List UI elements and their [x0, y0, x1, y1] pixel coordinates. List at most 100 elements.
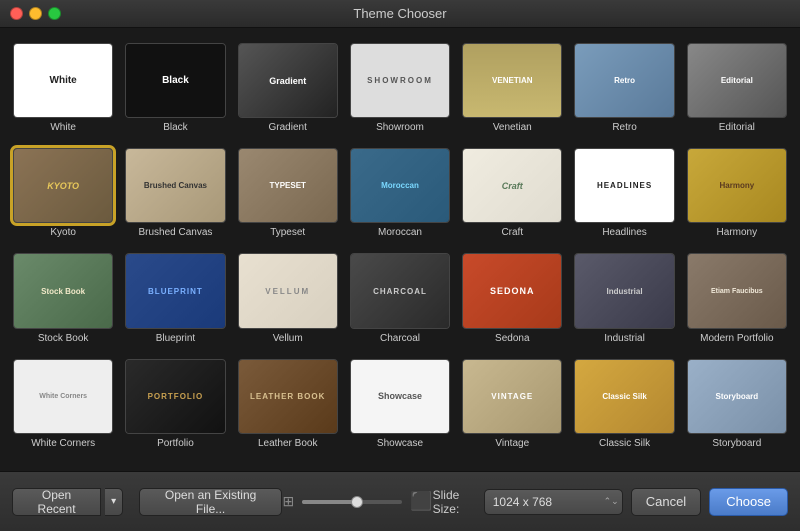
slide-size-select-wrapper[interactable]: 1024 x 7681920 x 1080800 x 600Custom Sli… [484, 489, 623, 515]
theme-thumb: SHOWROOM [351, 44, 449, 117]
choose-button[interactable]: Choose [709, 488, 788, 516]
theme-thumb-wrapper: Etiam Faucibus [687, 253, 787, 328]
theme-item-stock-book[interactable]: Stock Book Stock Book [10, 250, 116, 347]
theme-label: Headlines [602, 227, 646, 239]
theme-item-retro[interactable]: Retro Retro [571, 40, 677, 137]
theme-thumb: Stock Book [14, 254, 112, 327]
theme-label: Typeset [270, 227, 305, 239]
open-recent-button[interactable]: Open Recent [12, 488, 101, 516]
theme-label: Charcoal [380, 333, 420, 345]
theme-thumb: Storyboard [688, 360, 786, 433]
theme-label: Blueprint [156, 333, 195, 345]
theme-item-modern-portfolio[interactable]: Etiam FaucibusModern Portfolio [684, 250, 790, 347]
theme-label: Craft [501, 227, 523, 239]
theme-item-venetian[interactable]: VENETIANVenetian [459, 40, 565, 137]
open-existing-button[interactable]: Open an Existing File... [139, 488, 283, 516]
open-recent-dropdown-button[interactable]: ▾ [105, 488, 123, 516]
open-buttons-group: Open Recent ▾ Open an Existing File... [12, 488, 282, 516]
theme-thumb-wrapper: BLUEPRINT [125, 253, 225, 328]
theme-label: Retro [612, 122, 636, 134]
theme-thumb-wrapper: Editorial [687, 43, 787, 118]
theme-thumb: PORTFOLIO [126, 360, 224, 433]
grid-view-icon[interactable]: ⊞ [282, 493, 294, 510]
theme-thumb: BLUEPRINT [126, 254, 224, 327]
theme-thumb-wrapper: Black [125, 43, 225, 118]
theme-label: Vellum [273, 333, 303, 345]
theme-label: White [50, 122, 76, 134]
theme-thumb-wrapper: Retro [574, 43, 674, 118]
close-button[interactable] [10, 7, 23, 20]
theme-thumb: CHARCOAL [351, 254, 449, 327]
theme-label: Industrial [604, 333, 645, 345]
theme-thumb: White Corners [14, 360, 112, 433]
theme-thumb: Black [126, 44, 224, 117]
theme-item-vellum[interactable]: VELLUM Vellum [235, 250, 341, 347]
theme-thumb-wrapper: TYPESET [238, 148, 338, 223]
theme-item-harmony[interactable]: HarmonyHarmony [684, 145, 790, 242]
large-view-icon[interactable]: ⬛ [410, 491, 432, 512]
theme-label: Brushed Canvas [138, 227, 212, 239]
maximize-button[interactable] [48, 7, 61, 20]
theme-thumb-wrapper: VELLUM [238, 253, 338, 328]
theme-item-brushed-canvas[interactable]: Brushed Canvas Brushed Canvas [122, 145, 228, 242]
theme-thumb: Editorial [688, 44, 786, 117]
theme-item-portfolio[interactable]: PORTFOLIO Portfolio [122, 356, 228, 453]
theme-item-charcoal[interactable]: CHARCOAL Charcoal [347, 250, 453, 347]
theme-item-classic-silk[interactable]: Classic SilkClassic Silk [571, 356, 677, 453]
themes-grid: WhiteWhiteBlackBlackGradientGradientSHOW… [10, 40, 790, 453]
theme-thumb: Moroccan [351, 149, 449, 222]
theme-thumb-wrapper: Brushed Canvas [125, 148, 225, 223]
theme-item-industrial[interactable]: IndustrialIndustrial [571, 250, 677, 347]
theme-item-craft[interactable]: Craft Craft [459, 145, 565, 242]
theme-label: Showroom [376, 122, 424, 134]
theme-label: Stock Book [38, 333, 89, 345]
theme-thumb-wrapper: White [13, 43, 113, 118]
theme-item-kyoto[interactable]: KYOTOKyoto [10, 145, 116, 242]
theme-item-showroom[interactable]: SHOWROOM Showroom [347, 40, 453, 137]
minimize-button[interactable] [29, 7, 42, 20]
theme-item-typeset[interactable]: TYPESET Typeset [235, 145, 341, 242]
theme-thumb: Classic Silk [575, 360, 673, 433]
theme-item-storyboard[interactable]: StoryboardStoryboard [684, 356, 790, 453]
theme-label: Portfolio [157, 438, 194, 450]
theme-thumb: Gradient [239, 44, 337, 117]
theme-label: Showcase [377, 438, 423, 450]
theme-thumb-wrapper: CHARCOAL [350, 253, 450, 328]
theme-label: Black [163, 122, 187, 134]
theme-item-white[interactable]: White White [10, 40, 116, 137]
theme-thumb-wrapper: Gradient [238, 43, 338, 118]
theme-item-gradient[interactable]: GradientGradient [235, 40, 341, 137]
title-bar: Theme Chooser [0, 0, 800, 28]
zoom-slider-track[interactable] [302, 500, 402, 504]
theme-thumb: HEADLINES [575, 149, 673, 222]
theme-label: Sedona [495, 333, 529, 345]
zoom-slider-thumb[interactable] [351, 496, 363, 508]
theme-thumb-wrapper: VINTAGE [462, 359, 562, 434]
slide-size-select[interactable]: 1024 x 7681920 x 1080800 x 600Custom Sli… [484, 489, 623, 515]
theme-item-sedona[interactable]: SEDONASedona [459, 250, 565, 347]
theme-thumb: Etiam Faucibus [688, 254, 786, 327]
theme-item-moroccan[interactable]: Moroccan Moroccan [347, 145, 453, 242]
theme-item-black[interactable]: Black Black [122, 40, 228, 137]
themes-grid-container[interactable]: WhiteWhiteBlackBlackGradientGradientSHOW… [0, 28, 800, 471]
cancel-button[interactable]: Cancel [631, 488, 701, 516]
theme-thumb: Craft [463, 149, 561, 222]
theme-thumb-wrapper: White Corners [13, 359, 113, 434]
theme-label: Venetian [493, 122, 532, 134]
theme-thumb-wrapper: PORTFOLIO [125, 359, 225, 434]
theme-item-headlines[interactable]: HEADLINES Headlines [571, 145, 677, 242]
theme-item-white-corners[interactable]: White CornersWhite Corners [10, 356, 116, 453]
theme-item-showcase[interactable]: ShowcaseShowcase [347, 356, 453, 453]
theme-thumb: TYPESET [239, 149, 337, 222]
theme-thumb-wrapper: Moroccan [350, 148, 450, 223]
bottom-toolbar: Open Recent ▾ Open an Existing File... ⊞… [0, 471, 800, 531]
theme-item-blueprint[interactable]: BLUEPRINT Blueprint [122, 250, 228, 347]
theme-thumb-wrapper: Craft [462, 148, 562, 223]
theme-thumb-wrapper: Storyboard [687, 359, 787, 434]
theme-label: Kyoto [50, 227, 76, 239]
theme-label: Moroccan [378, 227, 422, 239]
theme-item-vintage[interactable]: VINTAGEVintage [459, 356, 565, 453]
theme-item-editorial[interactable]: EditorialEditorial [684, 40, 790, 137]
theme-item-leather-book[interactable]: LEATHER BOOKLeather Book [235, 356, 341, 453]
zoom-slider-fill [302, 500, 357, 504]
